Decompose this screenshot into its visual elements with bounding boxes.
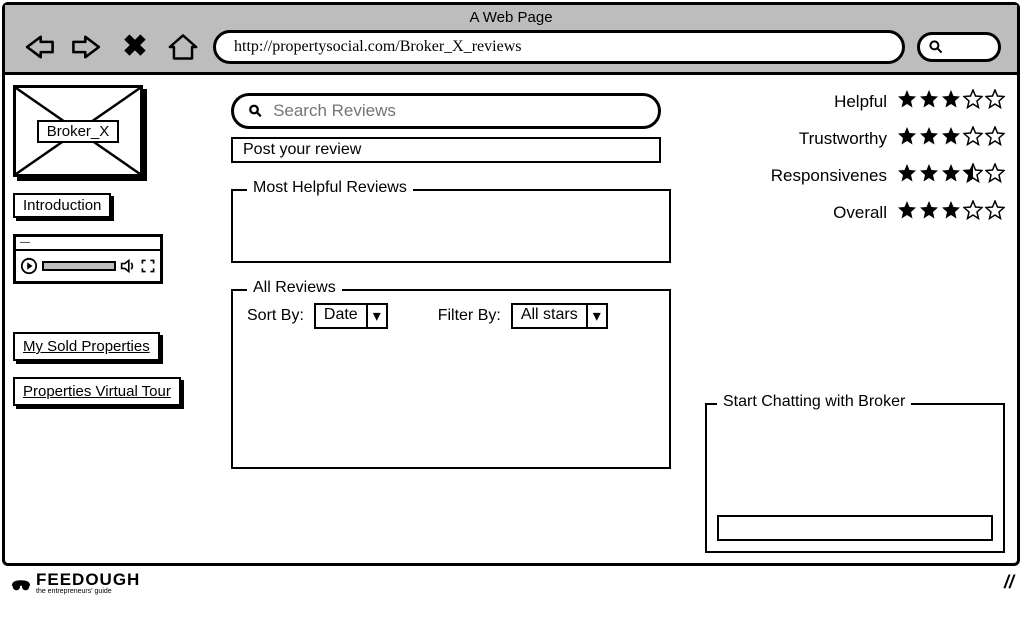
media-player-widget[interactable]: — [13,234,163,284]
rating-row: Trustworthy [799,126,1005,151]
ratings-panel: Helpful Trustworthy Responsivenes Overall [705,89,1005,225]
search-reviews-input[interactable] [271,100,644,122]
volume-icon[interactable] [120,258,136,274]
star-filled-icon [897,163,917,188]
star-empty-icon [963,89,983,114]
chat-legend: Start Chatting with Broker [717,393,911,411]
browser-chrome: A Web Page ✖ [5,5,1017,75]
fullscreen-icon[interactable] [140,258,156,274]
post-review-label: Post your review [243,141,361,158]
broker-image-label: Broker_X [37,120,120,143]
all-reviews-legend: All Reviews [247,279,342,297]
my-sold-properties-link[interactable]: My Sold Properties [13,332,160,361]
media-progress-bar[interactable] [42,261,116,271]
home-icon[interactable] [165,32,201,62]
rating-stars [897,200,1005,225]
star-empty-icon [985,126,1005,151]
star-filled-icon [941,126,961,151]
page-footer: FEEDOUGH the entrepreneurs' guide // [0,568,1024,599]
main-column: Post your review Most Helpful Reviews Al… [231,85,697,553]
rating-stars [897,126,1005,151]
sort-by-value: Date [316,305,366,327]
rating-label: Responsivenes [771,166,887,186]
footer-brand-text: FEEDOUGH [36,570,140,589]
rating-label: Trustworthy [799,129,887,149]
star-empty-icon [985,89,1005,114]
star-filled-icon [919,89,939,114]
star-empty-icon [963,200,983,225]
footer-tagline: the entrepreneurs' guide [36,588,140,595]
chat-section: Start Chatting with Broker [705,403,1005,553]
star-filled-icon [897,89,917,114]
search-reviews-field[interactable] [231,93,661,129]
chevron-down-icon: ▾ [586,305,606,327]
rating-label: Helpful [834,92,887,112]
star-filled-icon [897,200,917,225]
rating-stars [897,163,1005,188]
sort-by-select[interactable]: Date ▾ [314,303,388,329]
search-icon [248,103,263,119]
rating-label: Overall [833,203,887,223]
star-filled-icon [919,200,939,225]
glasses-icon [10,574,32,592]
sort-by-label: Sort By: [247,307,304,325]
star-filled-icon [941,200,961,225]
search-icon [928,39,944,55]
all-reviews-section: All Reviews Sort By: Date ▾ Filter By: A… [231,289,671,469]
filter-by-label: Filter By: [438,307,501,325]
stop-x-icon[interactable]: ✖ [117,32,153,62]
page-content: Broker_X Introduction — My Sold Properti… [5,75,1017,563]
post-review-button[interactable]: Post your review [231,137,661,163]
window-title: A Web Page [5,7,1017,30]
rating-row: Helpful [834,89,1005,114]
star-empty-icon [963,126,983,151]
filter-by-value: All stars [513,305,586,327]
star-filled-icon [941,163,961,188]
browser-search-pill[interactable] [917,32,1001,62]
browser-window: A Web Page ✖ [2,2,1020,566]
play-icon[interactable] [20,257,38,275]
right-column: Helpful Trustworthy Responsivenes Overall S… [705,85,1005,553]
rating-row: Overall [833,200,1005,225]
filter-by-select[interactable]: All stars ▾ [511,303,608,329]
chat-input[interactable] [717,515,993,541]
star-filled-icon [919,126,939,151]
broker-image-placeholder: Broker_X [13,85,143,177]
rating-stars [897,89,1005,114]
chevron-down-icon: ▾ [366,305,386,327]
rating-row: Responsivenes [771,163,1005,188]
url-input[interactable] [232,37,886,57]
introduction-button[interactable]: Introduction [13,193,111,218]
star-filled-icon [941,89,961,114]
star-filled-icon [919,163,939,188]
most-helpful-legend: Most Helpful Reviews [247,179,413,197]
star-half-icon [963,163,983,188]
star-empty-icon [985,163,1005,188]
most-helpful-reviews-section: Most Helpful Reviews [231,189,671,263]
star-filled-icon [897,126,917,151]
footer-brand: FEEDOUGH the entrepreneurs' guide [10,570,140,595]
resize-grip-icon: // [1004,572,1014,593]
url-bar[interactable] [213,30,905,64]
sidebar: Broker_X Introduction — My Sold Properti… [13,85,223,553]
virtual-tour-link[interactable]: Properties Virtual Tour [13,377,181,406]
star-empty-icon [985,200,1005,225]
forward-arrow-icon[interactable] [69,32,105,62]
back-arrow-icon[interactable] [21,32,57,62]
